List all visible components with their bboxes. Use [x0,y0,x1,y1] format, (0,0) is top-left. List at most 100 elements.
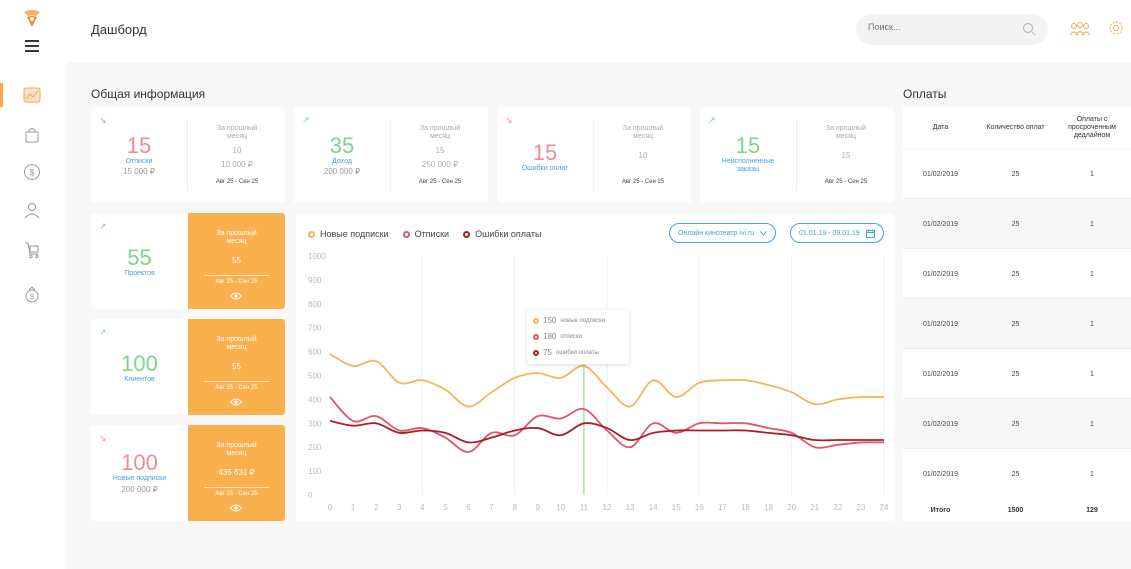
search-icon[interactable] [1022,22,1036,36]
table-cell: 1 [1090,220,1094,228]
table-cell: 25 [1011,470,1020,478]
stat-label: Неисполненные заказы [721,158,775,173]
date-range: Авг 25 - Сен 25 [215,179,259,185]
dollar-icon: $ [24,164,40,180]
table-row[interactable]: 01/02/2019 25 1 [903,198,1131,248]
search-input[interactable] [868,22,1018,32]
table-cell: 25 [1011,320,1020,328]
trend-down-icon: ↘ [99,115,107,125]
stat-card-clients[interactable]: ↗ 100 Клиентов За прошлый месяц 55 Авг 2… [91,319,285,415]
sidebar-item-products[interactable] [20,238,44,262]
stat-label: Клиентов [124,376,155,383]
x-tick-label: 13 [626,503,635,512]
logo-icon[interactable] [22,8,42,28]
eye-icon[interactable] [230,292,242,300]
y-tick-label: 0 [308,491,313,500]
divider [796,119,797,191]
y-tick-label: 500 [308,372,322,381]
overview-title: Общая информация [91,87,206,101]
column-header-date: Дата [932,123,949,131]
y-tick-label: 900 [308,276,322,285]
sidebar-item-finance[interactable]: $ [20,160,44,184]
stat-label: Новые подписки [112,475,167,482]
table-cell: 01/02/2019 [922,470,959,478]
user-icon [24,203,40,219]
sidebar-item-users[interactable] [20,198,44,222]
prev-month-panel: За прошлый месяц 55 Авг 25 - Сен 25 [188,319,285,415]
team-icon[interactable] [1069,20,1091,38]
stat-card-payment-errors[interactable]: ↘ 15 Ошибки оплат За прошлый месяц 10 Ав… [497,107,691,203]
x-tick-label: 3 [397,503,402,512]
sidebar-item-dashboard[interactable] [20,83,44,107]
eye-icon[interactable] [230,398,242,406]
trend-up-icon: ↗ [99,327,107,337]
stat-value: 100 [121,351,158,376]
stat-card-income[interactable]: ↗ 35 Доход 200 000 ₽ За прошлый месяц 15… [294,107,488,203]
x-tick-label: 8 [512,503,517,512]
table-cell: 01/02/2019 [922,220,959,228]
cart-icon [25,242,39,259]
table-row[interactable]: 01/02/2019 25 1 [903,298,1131,348]
eye-icon[interactable] [230,504,242,512]
tooltip-row: 180 отписки [533,332,582,341]
column-header-count: Количество оплат [986,123,1045,131]
stat-sub: 200 000 ₽ [121,485,158,494]
x-tick-label: 2 [374,503,379,512]
y-tick-label: 400 [308,395,322,404]
stat-value: 55 [127,245,152,270]
gear-icon[interactable] [1108,20,1124,36]
tooltip-row: 150 новые подписки [533,316,605,325]
stat-card-unsubscribes[interactable]: ↘ 15 Отписки 15 000 ₽ За прошлый месяц 1… [91,107,285,203]
table-cell: 25 [1011,170,1020,178]
payments-table: Дата Количество оплат Оплаты с просрочен… [903,107,1131,521]
stat-card-unfulfilled-orders[interactable]: ↗ 15 Неисполненные заказы За прошлый мес… [700,107,894,203]
divider [390,119,391,191]
prev-month-title: За прошлый месяц [622,125,664,140]
x-tick-label: 21 [810,503,819,512]
line-chart: 010020030040050060070080090010000 1 2 3 4 5 6 7… [308,252,889,512]
y-tick-label: 200 [308,443,322,452]
x-tick-label: 24 [880,503,889,512]
table-cell: 1 [1090,370,1094,378]
svg-text:$: $ [30,294,34,301]
table-cell: 25 [1011,220,1020,228]
table-cell: 1 [1090,170,1094,178]
sidebar-item-payments[interactable]: $ [20,283,44,307]
x-tick-label: 9 [536,503,541,512]
date-range: Авг 25 - Сен 25 [215,385,258,391]
table-cell: 25 [1011,420,1020,428]
search-box[interactable] [856,14,1048,45]
stat-value: 15 [735,133,761,158]
stat-card-new-subscriptions[interactable]: ↘ 100 Новые подписки 200 000 ₽ За прошлы… [91,425,285,521]
y-tick-label: 100 [308,467,322,476]
table-row[interactable]: 01/02/2019 25 1 [903,348,1131,398]
payments-title: Оплаты [903,87,947,101]
prev-month-title: За прошлый месяц [825,125,867,140]
trend-up-icon: ↗ [708,115,716,125]
divider [204,381,269,382]
chart-icon [23,87,41,103]
prev-month-value: 435 631 ₽ [218,468,255,477]
prev-month-amount: 250 000 ₽ [421,160,459,169]
tooltip-dot [533,333,539,340]
prev-month-value: 10 [232,146,242,155]
prev-month-panel: За прошлый месяц 55 Авг 25 - Сен 25 [188,213,285,309]
trend-down-icon: ↘ [505,115,513,125]
x-tick-label: 12 [603,503,612,512]
x-tick-label: 10 [556,503,565,512]
table-row[interactable]: 01/02/2019 25 1 [903,248,1131,298]
table-row[interactable]: 01/02/2019 25 1 [903,148,1131,198]
table-row[interactable]: 01/02/2019 25 1 [903,398,1131,448]
sidebar-item-orders[interactable] [20,123,44,147]
money-bag-icon: $ [25,286,39,303]
svg-text:$: $ [29,168,34,178]
stat-sub: 15 000 ₽ [123,167,155,176]
stat-card-projects[interactable]: ↗ 55 Проектов За прошлый месяц 55 Авг 25… [91,213,285,309]
menu-icon[interactable] [25,40,39,52]
trend-up-icon: ↗ [99,221,107,231]
total-label: Итого [930,506,951,514]
y-tick-label: 1000 [308,252,326,261]
date-range: Авг 25 - Сен 25 [215,491,258,497]
table-row[interactable]: 01/02/2019 25 1 [903,448,1131,498]
x-tick-label: 11 [580,503,589,512]
